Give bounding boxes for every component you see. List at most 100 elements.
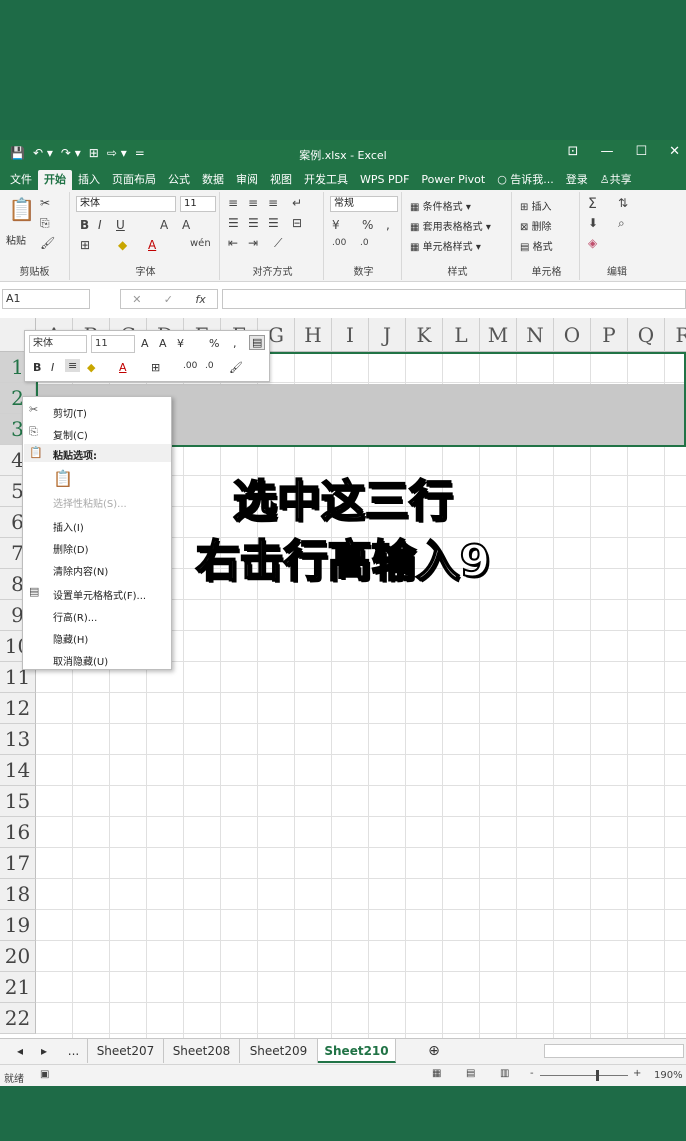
zoom-slider[interactable] <box>540 1075 628 1076</box>
column-header-K[interactable]: K <box>406 318 443 352</box>
row-header-18[interactable]: 18 <box>0 879 36 910</box>
insert-cells-button[interactable]: ⊞ 插入 <box>520 198 552 213</box>
mini-increase-decimal-icon[interactable]: .00 <box>183 361 197 371</box>
mini-fill-color-icon[interactable]: ◆ <box>87 361 95 374</box>
underline-icon[interactable]: U <box>116 218 125 232</box>
paste-icon[interactable]: 📋 <box>8 198 35 223</box>
delete-cells-button[interactable]: ⊠ 删除 <box>520 218 552 233</box>
name-box[interactable]: A1 <box>2 289 90 309</box>
row-header-20[interactable]: 20 <box>0 941 36 972</box>
phonetic-icon[interactable]: wén <box>190 238 211 249</box>
zoom-in-button[interactable]: + <box>633 1068 641 1079</box>
sheet-tab-209[interactable]: Sheet209 <box>240 1039 318 1063</box>
ribbon-display-icon[interactable]: ⊡ <box>568 144 579 159</box>
currency-icon[interactable]: ¥ <box>332 218 340 232</box>
fill-icon[interactable]: ⬇ <box>588 216 598 230</box>
menu-item-format-cells[interactable]: 设置单元格格式(F)... <box>53 587 146 602</box>
clear-icon[interactable]: ◈ <box>588 236 597 250</box>
sort-filter-icon[interactable]: ⇅ <box>618 196 628 210</box>
column-header-I[interactable]: I <box>332 318 369 352</box>
row-header-22[interactable]: 22 <box>0 1003 36 1034</box>
mini-decrease-decimal-icon[interactable]: .0 <box>205 361 214 371</box>
percent-icon[interactable]: % <box>362 218 373 232</box>
column-header-Q[interactable]: Q <box>628 318 665 352</box>
mini-bold[interactable]: B <box>33 361 41 374</box>
tab-wps-pdf[interactable]: WPS PDF <box>354 170 415 190</box>
sheet-nav-next[interactable]: ▸ <box>34 1039 54 1063</box>
font-name-select[interactable]: 宋体 <box>76 196 176 212</box>
number-format-select[interactable]: 常规 <box>330 196 398 212</box>
column-header-H[interactable]: H <box>295 318 332 352</box>
share-button[interactable]: ♙共享 <box>594 170 638 190</box>
enter-icon[interactable]: ✓ <box>164 293 173 306</box>
column-header-N[interactable]: N <box>517 318 554 352</box>
align-middle-icon[interactable]: ≡ <box>248 196 258 210</box>
zoom-slider-thumb[interactable] <box>596 1070 599 1081</box>
wrap-text-icon[interactable]: ↵ <box>292 196 302 210</box>
increase-indent-icon[interactable]: ⇥ <box>248 236 258 250</box>
mini-percent[interactable]: % <box>209 337 219 350</box>
menu-item-cut[interactable]: 剪切(T) <box>53 405 87 420</box>
zoom-level[interactable]: 190% <box>654 1070 683 1081</box>
italic-icon[interactable]: I <box>98 218 102 232</box>
mini-align-center-icon[interactable]: ≡ <box>65 359 81 372</box>
close-button[interactable]: ✕ <box>669 144 680 159</box>
mini-comma[interactable]: , <box>233 337 237 350</box>
mini-currency-icon[interactable]: ¥ <box>177 337 184 350</box>
tab-page-layout[interactable]: 页面布局 <box>106 170 162 190</box>
conditional-format-button[interactable]: ▦ 条件格式 ▾ <box>410 198 471 213</box>
menu-item-copy[interactable]: 复制(C) <box>53 427 88 442</box>
sheet-tab-210[interactable]: Sheet210 <box>318 1039 396 1063</box>
page-layout-view-icon[interactable]: ▤ <box>466 1068 475 1079</box>
copy-icon[interactable]: ⎘ <box>40 216 50 231</box>
row-header-13[interactable]: 13 <box>0 724 36 755</box>
page-break-view-icon[interactable]: ▥ <box>500 1068 509 1079</box>
sheet-tab-208[interactable]: Sheet208 <box>164 1039 240 1063</box>
column-header-O[interactable]: O <box>554 318 591 352</box>
tab-home[interactable]: 开始 <box>38 170 72 190</box>
horizontal-scrollbar[interactable] <box>544 1044 684 1058</box>
mini-font-size[interactable]: 11 <box>91 335 135 353</box>
add-sheet-button[interactable]: ⊕ <box>424 1039 444 1063</box>
tab-insert[interactable]: 插入 <box>72 170 106 190</box>
font-color-icon[interactable]: A <box>148 238 156 252</box>
comma-icon[interactable]: , <box>386 218 390 232</box>
formula-input[interactable] <box>222 289 686 309</box>
row-header-14[interactable]: 14 <box>0 755 36 786</box>
bold-icon[interactable]: B <box>80 218 89 232</box>
column-header-L[interactable]: L <box>443 318 480 352</box>
increase-decimal-icon[interactable]: .00 <box>332 238 346 248</box>
orientation-icon[interactable]: ⟋ <box>274 236 282 251</box>
minimize-button[interactable]: — <box>600 144 613 159</box>
tab-review[interactable]: 审阅 <box>230 170 264 190</box>
find-select-icon[interactable]: ⌕ <box>618 216 625 231</box>
row-header-21[interactable]: 21 <box>0 972 36 1003</box>
column-header-P[interactable]: P <box>591 318 628 352</box>
mini-format-painter-icon[interactable]: ▤ <box>249 335 266 350</box>
align-right-icon[interactable]: ☰ <box>268 216 279 230</box>
align-left-icon[interactable]: ☰ <box>228 216 239 230</box>
normal-view-icon[interactable]: ▦ <box>432 1068 441 1079</box>
macro-record-icon[interactable]: ▣ <box>40 1069 49 1080</box>
row-header-12[interactable]: 12 <box>0 693 36 724</box>
sheet-tab-207[interactable]: Sheet207 <box>88 1039 164 1063</box>
fill-color-icon[interactable]: ◆ <box>118 238 127 252</box>
column-header-R[interactable]: R <box>665 318 686 352</box>
cut-icon[interactable]: ✂ <box>40 196 50 210</box>
tab-power-pivot[interactable]: Power Pivot <box>415 170 491 190</box>
tab-developer[interactable]: 开发工具 <box>298 170 354 190</box>
mini-brush-icon[interactable]: 🖌 <box>229 361 243 374</box>
login-link[interactable]: 登录 <box>560 170 594 190</box>
align-top-icon[interactable]: ≡ <box>228 196 238 210</box>
format-cells-button[interactable]: ▤ 格式 <box>520 238 553 253</box>
tab-data[interactable]: 数据 <box>196 170 230 190</box>
grow-font-icon[interactable]: A <box>160 218 168 232</box>
cell-styles-button[interactable]: ▦ 单元格样式 ▾ <box>410 238 481 253</box>
insert-function-icon[interactable]: fx <box>195 293 205 306</box>
autosum-icon[interactable]: Σ <box>588 196 597 212</box>
align-center-icon[interactable]: ☰ <box>248 216 259 230</box>
tab-view[interactable]: 视图 <box>264 170 298 190</box>
borders-icon[interactable]: ⊞ <box>80 238 90 252</box>
menu-item-unhide[interactable]: 取消隐藏(U) <box>53 653 108 668</box>
decrease-decimal-icon[interactable]: .0 <box>360 238 369 248</box>
